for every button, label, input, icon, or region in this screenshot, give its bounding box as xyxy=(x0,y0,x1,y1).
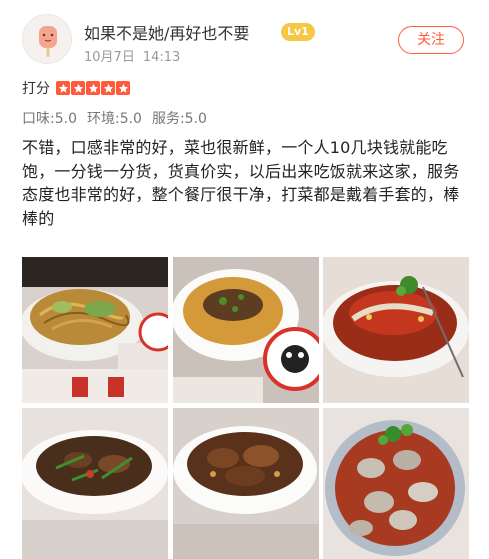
photo-stir-fried-pork[interactable] xyxy=(22,408,168,559)
score-taste: 口味:5.0 xyxy=(22,111,77,127)
star-icon xyxy=(101,81,115,95)
post-time: 14:13 xyxy=(142,50,181,65)
avatar[interactable] xyxy=(22,14,72,64)
star-icon xyxy=(86,81,100,95)
photo-steamed-egg[interactable] xyxy=(173,257,319,403)
star-icon xyxy=(116,81,130,95)
post-date: 10月7日 xyxy=(84,50,135,65)
user-name[interactable]: 如果不是她/再好也不要 xyxy=(84,20,249,44)
photo-stir-fried-noodles[interactable] xyxy=(22,257,168,403)
score-service: 服务:5.0 xyxy=(151,111,207,127)
follow-button[interactable]: 关注 xyxy=(398,26,464,54)
sub-scores: 口味:5.0 环境:5.0 服务:5.0 xyxy=(22,108,207,128)
star-icon xyxy=(71,81,85,95)
photo-braised-meat[interactable] xyxy=(173,408,319,559)
post-timestamp: 10月7日 14:13 xyxy=(84,46,180,65)
level-badge: Lv1 xyxy=(281,23,315,41)
review-header: 如果不是她/再好也不要 Lv1 10月7日 14:13 关注 xyxy=(22,14,472,66)
popsicle-icon xyxy=(39,26,57,57)
review-text: 不错，口感非常的好，菜也很新鲜，一个人10几块钱就能吃饱，一分钱一分货，货真价实… xyxy=(22,138,460,228)
score-environment: 环境:5.0 xyxy=(86,111,142,127)
rating-row: 打分 xyxy=(22,79,130,97)
rating-label: 打分 xyxy=(22,81,50,97)
photo-fish-chili[interactable] xyxy=(323,257,469,403)
star-icon xyxy=(56,81,70,95)
star-rating xyxy=(56,81,130,95)
photo-grid xyxy=(22,257,469,559)
photo-clams[interactable] xyxy=(323,408,469,559)
